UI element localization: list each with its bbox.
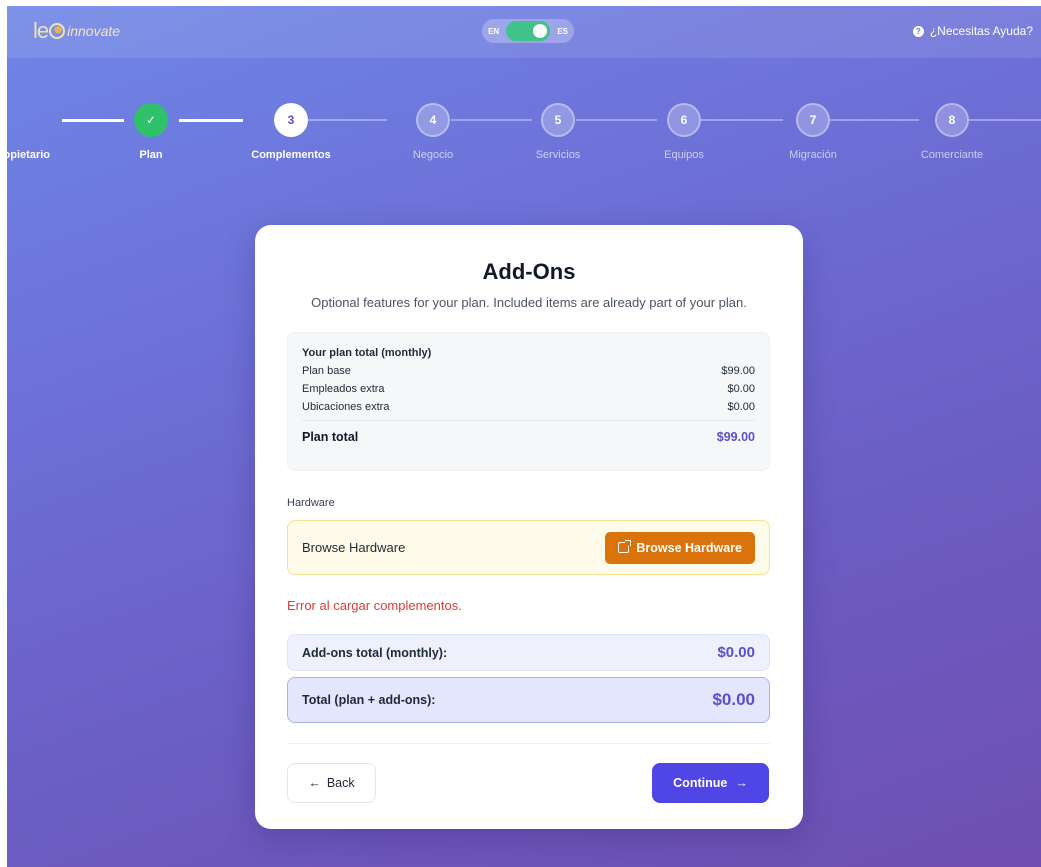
step-plan[interactable]: ✓ Plan bbox=[91, 103, 211, 161]
addons-card: Add-Ons Optional features for your plan.… bbox=[255, 225, 803, 829]
browse-hardware-button[interactable]: Browse Hardware bbox=[605, 531, 755, 564]
step-number: 4 bbox=[416, 103, 450, 137]
plan-summary: Your plan total (monthly) Plan base $99.… bbox=[287, 332, 770, 471]
addons-total: Add-ons total (monthly): $0.00 bbox=[287, 634, 770, 671]
external-link-icon bbox=[618, 540, 632, 553]
help-link[interactable]: ? ¿Necesitas Ayuda? bbox=[912, 24, 1033, 38]
step-migracion: 7 Migración bbox=[753, 103, 873, 161]
step-complementos[interactable]: 3 Complementos bbox=[231, 103, 351, 161]
step-number: 5 bbox=[541, 103, 575, 137]
plan-total-label: Plan total bbox=[302, 430, 359, 444]
grand-total-value: $0.00 bbox=[712, 690, 755, 709]
hardware-section-label: Hardware bbox=[287, 497, 335, 509]
row-value: $0.00 bbox=[727, 383, 755, 395]
logo[interactable]: le innovate bbox=[33, 18, 120, 44]
page-subtitle: Optional features for your plan. Include… bbox=[311, 295, 747, 310]
step-label: Equipos bbox=[664, 149, 704, 161]
question-icon: ? bbox=[912, 25, 924, 37]
hardware-box-text: Browse Hardware bbox=[302, 540, 406, 555]
back-button[interactable]: ← Back bbox=[287, 763, 376, 803]
logo-le: le bbox=[33, 18, 49, 43]
lang-switch[interactable] bbox=[506, 21, 551, 41]
step-number: 6 bbox=[667, 103, 701, 137]
summary-row: Empleados extra $0.00 bbox=[302, 383, 755, 395]
hardware-box: Browse Hardware Browse Hardware bbox=[287, 520, 770, 575]
row-value: $99.00 bbox=[721, 365, 755, 377]
grand-total-label: Total (plan + add-ons): bbox=[302, 693, 436, 707]
switch-knob bbox=[533, 24, 548, 38]
lang-en-label: EN bbox=[488, 26, 500, 36]
addons-total-value: $0.00 bbox=[717, 644, 755, 661]
lang-es-label: ES bbox=[557, 26, 568, 36]
step-label: Migración bbox=[789, 149, 837, 161]
logo-text: innovate bbox=[67, 23, 121, 39]
step-number: 7 bbox=[796, 103, 830, 137]
step-propietario[interactable]: ✓ opietario bbox=[7, 103, 50, 161]
summary-row: Plan base $99.00 bbox=[302, 365, 755, 377]
arrow-right-icon: → bbox=[735, 776, 748, 790]
app-background: le innovate EN ES ? ¿Necesitas Ayuda? ✓ … bbox=[7, 6, 1041, 867]
continue-button[interactable]: Continue → bbox=[652, 763, 769, 803]
step-label: Plan bbox=[139, 149, 163, 161]
step-label: Comerciante bbox=[920, 149, 984, 161]
divider bbox=[302, 420, 755, 421]
step-servicios: 5 Servicios bbox=[498, 103, 618, 161]
grand-total: Total (plan + add-ons): $0.00 bbox=[287, 677, 770, 723]
back-label: Back bbox=[326, 776, 355, 790]
error-message: Error al cargar complementos. bbox=[287, 598, 462, 613]
row-label: Ubicaciones extra bbox=[302, 401, 390, 413]
step-number: 8 bbox=[935, 103, 969, 137]
globe-icon bbox=[49, 23, 66, 39]
arrow-left-icon: ← bbox=[308, 776, 321, 790]
step-label: Complementos bbox=[251, 149, 331, 161]
footer-divider bbox=[287, 743, 770, 744]
addons-total-label: Add-ons total (monthly): bbox=[302, 645, 448, 660]
step-comerciante: 8 Comerciante bbox=[892, 103, 1012, 161]
top-bar: le innovate EN ES ? ¿Necesitas Ayuda? bbox=[7, 6, 1041, 58]
language-toggle[interactable]: EN ES bbox=[482, 19, 574, 43]
page-title: Add-Ons bbox=[482, 259, 576, 284]
browse-hardware-label: Browse Hardware bbox=[636, 540, 742, 555]
plan-total-row: Plan total $99.00 bbox=[302, 430, 755, 444]
row-label: Plan base bbox=[302, 365, 351, 377]
plan-total-value: $99.00 bbox=[716, 430, 755, 444]
step-label: opietario bbox=[7, 149, 50, 161]
summary-heading: Your plan total (monthly) bbox=[302, 347, 432, 359]
step-label: Negocio bbox=[412, 149, 454, 161]
check-icon: ✓ bbox=[134, 103, 168, 137]
step-negocio: 4 Negocio bbox=[373, 103, 493, 161]
row-label: Empleados extra bbox=[302, 383, 385, 395]
step-label: Servicios bbox=[535, 149, 581, 161]
summary-row: Ubicaciones extra $0.00 bbox=[302, 401, 755, 413]
step-number: 3 bbox=[274, 103, 308, 137]
row-value: $0.00 bbox=[727, 401, 755, 413]
step-equipos: 6 Equipos bbox=[624, 103, 744, 161]
help-text: ¿Necesitas Ayuda? bbox=[929, 24, 1033, 38]
continue-label: Continue bbox=[673, 776, 728, 790]
